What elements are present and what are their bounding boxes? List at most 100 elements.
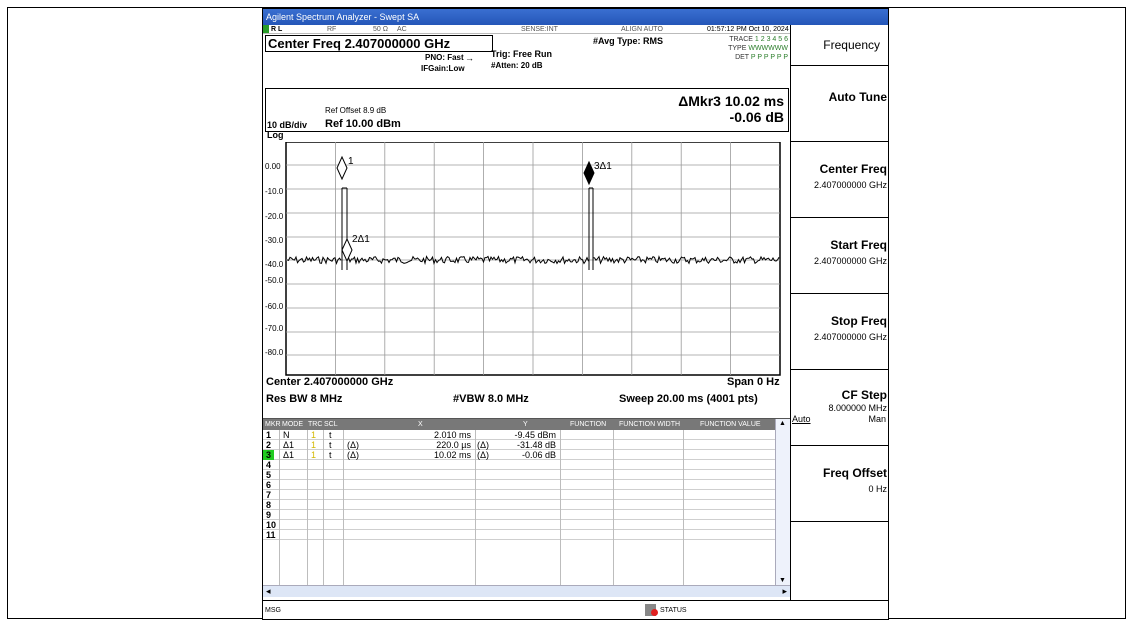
table-horizontal-scrollbar[interactable]: ◂ ▸ <box>263 585 790 597</box>
softkey-center-freq[interactable]: Center Freq 2.407000000 GHz <box>791 142 888 218</box>
table-vertical-scrollbar[interactable]: ▲ ▼ <box>775 419 790 585</box>
marker-x: 220.0 µs <box>436 440 471 450</box>
cf-step-value: 8.000000 MHz <box>828 403 887 413</box>
spectrum-plot[interactable]: 0.00 -10.0 -20.0 -30.0 -40.0 -50.0 -60.0… <box>263 142 790 376</box>
marker-num: 4 <box>266 460 272 470</box>
col-divider <box>560 430 561 585</box>
softkey-stop-freq[interactable]: Stop Freq 2.407000000 GHz <box>791 294 888 370</box>
marker-x-delta: (Δ) <box>347 440 360 450</box>
marker-num: 1 <box>266 430 272 440</box>
rl-indicator: R L <box>271 26 283 33</box>
window-title: Agilent Spectrum Analyzer - Swept SA <box>263 9 888 25</box>
align-indicator: ALIGN AUTO <box>621 26 663 33</box>
table-row[interactable]: 8 <box>263 500 775 510</box>
cf-step-label: CF Step <box>841 388 887 402</box>
marker-1-diamond <box>336 155 348 181</box>
marker-num: 8 <box>266 500 272 510</box>
sweep-footer: Sweep 20.00 ms (4001 pts) <box>619 393 758 405</box>
softkey-freq-offset[interactable]: Freq Offset 0 Hz <box>791 446 888 522</box>
col-divider <box>307 430 308 585</box>
scroll-left-icon[interactable]: ◂ <box>266 586 271 597</box>
marker-mode: Δ1 <box>283 440 295 450</box>
col-divider <box>613 430 614 585</box>
marker-y-delta: (Δ) <box>477 450 490 460</box>
scroll-right-icon[interactable]: ▸ <box>782 586 787 597</box>
ref-level: Ref 10.00 dBm <box>325 118 401 130</box>
col-divider <box>323 430 324 585</box>
avg-type: #Avg Type: RMS <box>593 36 664 46</box>
datetime: 01:57:12 PM Oct 10, 2024 <box>707 26 789 33</box>
marker-num: 5 <box>266 470 272 480</box>
rt-icon <box>263 25 269 33</box>
table-row[interactable]: 1 N 1 t 2.010 ms -9.45 dBm <box>263 430 775 440</box>
marker-num: 6 <box>266 480 272 490</box>
table-row[interactable]: 11 <box>263 530 775 540</box>
msg-label: MSG <box>265 607 281 614</box>
trace-nums: 1 2 3 4 5 6 <box>754 36 788 43</box>
table-row[interactable]: 4 <box>263 460 775 470</box>
cf-step-man[interactable]: Man <box>868 414 886 424</box>
marker-x: 2.010 ms <box>433 430 471 440</box>
col-divider <box>279 430 280 585</box>
stop-freq-value: 2.407000000 GHz <box>813 332 887 342</box>
coupling-indicator: AC <box>397 26 407 33</box>
analyzer-window: Agilent Spectrum Analyzer - Swept SA R L… <box>262 8 889 620</box>
col-divider <box>343 430 344 585</box>
marker-y: -31.48 dB <box>516 440 556 450</box>
table-row[interactable]: 3 Δ1 1 t (Δ) 10.02 ms (Δ) -0.06 dB <box>263 450 775 460</box>
marker-y-delta: (Δ) <box>477 440 490 450</box>
table-row[interactable]: 10 <box>263 520 775 530</box>
type-label: TYPE <box>728 45 747 52</box>
softkey-frequency-title: Frequency <box>791 25 888 66</box>
marker-2-label: 2Δ1 <box>352 234 370 245</box>
marker-1-label: 1 <box>348 156 354 167</box>
marker-num: 10 <box>266 520 277 530</box>
status-error-icon <box>651 609 658 616</box>
arrow-right-icon: → <box>465 53 474 63</box>
freq-offset-value: 0 Hz <box>868 484 887 494</box>
scroll-up-icon[interactable]: ▲ <box>779 420 786 427</box>
softkey-cf-step[interactable]: CF Step 8.000000 MHz Auto Man <box>791 370 888 446</box>
stop-freq-label: Stop Freq <box>831 314 887 328</box>
col-function: FUNCTION <box>570 421 607 428</box>
marker-trace: 1 <box>311 450 317 460</box>
marker-table: MKR MODE TRC SCL X Y FUNCTION FUNCTION W… <box>263 418 790 598</box>
trace-label: TRACE <box>729 36 753 43</box>
col-y: Y <box>523 421 528 428</box>
marker-x-delta: (Δ) <box>347 450 360 460</box>
center-freq-header[interactable]: Center Freq 2.407000000 GHz <box>265 35 493 52</box>
scroll-down-icon[interactable]: ▼ <box>779 577 786 584</box>
col-mode: MODE <box>282 421 303 428</box>
marker-num: 7 <box>266 490 272 500</box>
col-x: X <box>418 421 423 428</box>
col-scl: SCL <box>324 421 338 428</box>
col-trc: TRC <box>308 421 323 428</box>
type-vals: WWWWWW <box>748 45 788 52</box>
marker-num: 3 <box>263 450 275 460</box>
table-row[interactable]: 6 <box>263 480 775 490</box>
center-freq-value: 2.407000000 GHz <box>813 180 887 190</box>
span-footer: Span 0 Hz <box>727 376 780 388</box>
table-row[interactable]: 9 <box>263 510 775 520</box>
table-row[interactable]: 7 <box>263 490 775 500</box>
cf-step-auto[interactable]: Auto <box>792 414 811 424</box>
impedance-indicator: 50 Ω <box>373 26 388 33</box>
pulse-3 <box>588 187 594 270</box>
trace-table: TRACE 1 2 3 4 5 6 TYPE WWWWWW DET P P P … <box>708 35 788 62</box>
table-row[interactable]: 5 <box>263 470 775 480</box>
status-button[interactable]: STATUS <box>660 607 687 614</box>
delta-marker-readout: ΔMkr3 10.02 ms -0.06 dB <box>678 93 784 125</box>
softkey-blank[interactable] <box>791 522 888 600</box>
ref-offset: Ref Offset 8.9 dB <box>325 106 387 115</box>
ifgain-label: IFGain:Low <box>421 64 465 73</box>
col-mkr: MKR <box>265 421 281 428</box>
table-row[interactable]: 2 Δ1 1 t (Δ) 220.0 µs (Δ) -31.48 dB <box>263 440 775 450</box>
marker-scale: t <box>329 450 332 460</box>
softkey-auto-tune[interactable]: Auto Tune <box>791 66 888 142</box>
marker-3-label: 3Δ1 <box>594 161 612 172</box>
marker-y: -0.06 dB <box>521 450 556 460</box>
det-vals: P P P P P P <box>750 54 788 61</box>
softkey-start-freq[interactable]: Start Freq 2.407000000 GHz <box>791 218 888 294</box>
marker-mode: N <box>283 430 290 440</box>
delta-marker-time: ΔMkr3 10.02 ms <box>678 93 784 109</box>
